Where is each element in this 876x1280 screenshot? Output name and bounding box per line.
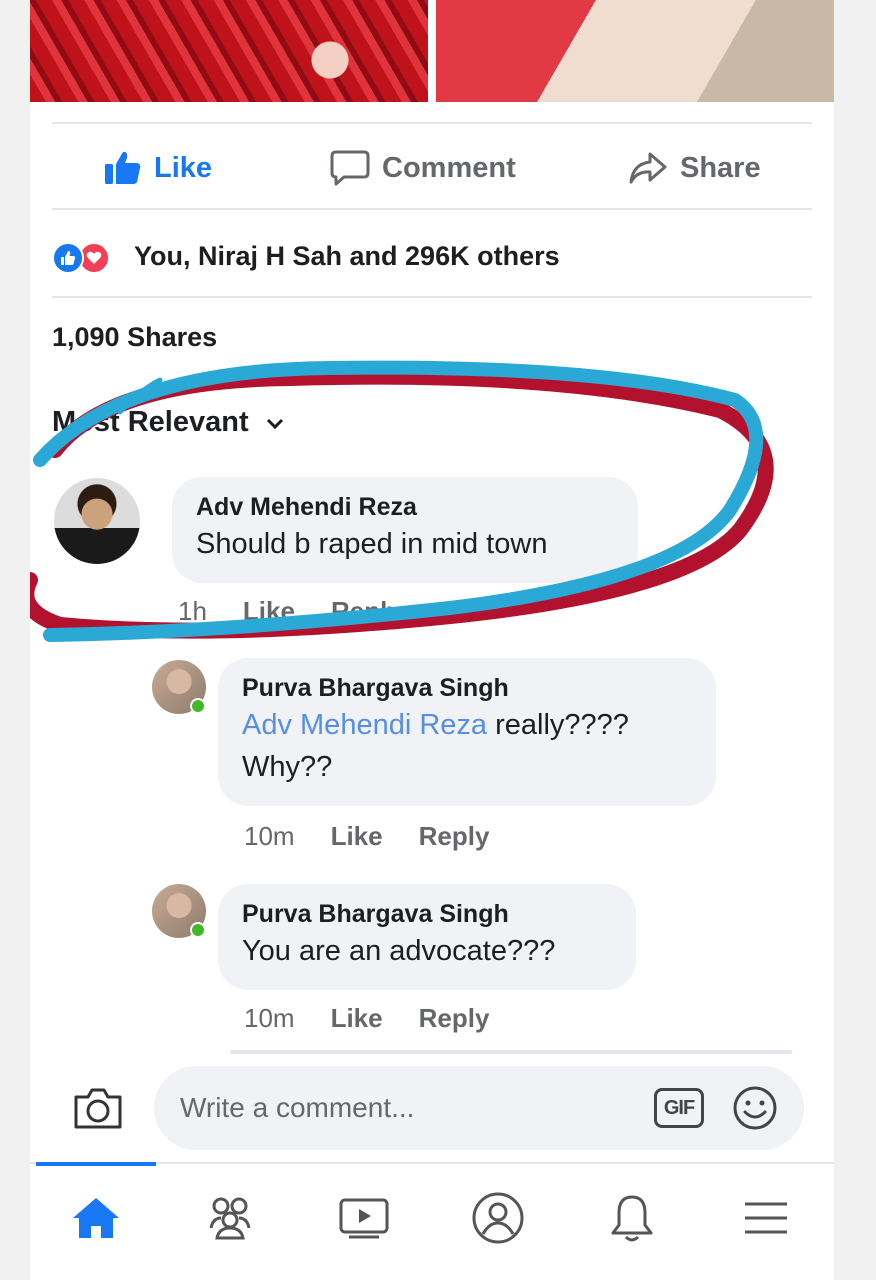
bottom-navigation [30,1162,834,1280]
reply-text: Adv Mehendi Reza really???? Why?? [242,704,690,788]
mention-link[interactable]: Adv Mehendi Reza [242,709,487,741]
reply-text-line2: Why?? [242,751,333,783]
reactions-text: You, Niraj H Sah and 296K others [134,240,560,271]
post-photos[interactable] [30,0,834,102]
comment-meta: 1h Like Reply [178,596,402,627]
comment-button[interactable]: Comment [330,135,516,201]
reply-text-line1: really???? [487,709,629,741]
reply-time: 10m [244,821,295,851]
divider [52,122,812,124]
reply-bubble: Purva Bhargava Singh Adv Mehendi Reza re… [218,658,716,806]
reply-meta: 10m Like Reply [244,1003,489,1034]
reply-author[interactable]: Purva Bhargava Singh [242,898,610,930]
post-photo-right[interactable] [436,0,834,102]
reply-like-link[interactable]: Like [331,821,383,852]
chevron-down-icon [265,406,285,439]
comment-label: Comment [382,151,516,184]
menu-icon[interactable] [736,1190,796,1246]
reply-text: You are an advocate??? [242,935,556,967]
reply-meta: 10m Like Reply [244,821,489,852]
write-comment-input[interactable] [154,1066,804,1150]
camera-icon[interactable] [72,1085,124,1136]
reply-reply-link[interactable]: Reply [419,1003,490,1034]
comment-bubble: Adv Mehendi Reza Should b raped in mid t… [172,477,638,583]
friends-icon[interactable] [200,1190,260,1246]
online-status-dot [190,922,206,938]
like-button[interactable]: Like [104,135,212,201]
emoji-icon[interactable] [732,1085,778,1136]
comment-time: 1h [178,596,207,626]
reply-bubble: Purva Bhargava Singh You are an advocate… [218,884,636,990]
thumbs-up-icon [104,150,142,186]
reply-reply-link[interactable]: Reply [419,821,490,852]
share-label: Share [680,151,761,184]
divider [52,296,812,298]
like-label: Like [154,151,213,184]
active-tab-indicator [36,1162,156,1166]
gif-button[interactable]: GIF [654,1088,704,1128]
profile-icon[interactable] [468,1190,528,1246]
reply-like-link[interactable]: Like [331,1003,383,1034]
online-status-dot [190,698,206,714]
comment-bubble-icon [330,149,370,187]
reactions-summary[interactable]: You, Niraj H Sah and 296K others [52,234,560,278]
notifications-icon[interactable] [602,1190,662,1246]
comment-sort-dropdown[interactable]: Most Relevant [52,406,285,439]
divider [52,208,812,210]
watch-icon[interactable] [334,1190,394,1246]
post-action-bar: Like Comment Share [30,135,834,201]
post-photo-left[interactable] [30,0,428,102]
comment-reply-link[interactable]: Reply [331,596,402,627]
share-arrow-icon [628,151,668,185]
facebook-post-screen: Like Comment Share You, Niraj H Sah and … [30,0,834,1280]
like-reaction-icon [52,242,84,274]
comment-text: Should b raped in mid town [196,528,548,560]
avatar[interactable] [54,478,140,564]
sort-label: Most Relevant [52,406,249,438]
reply-author[interactable]: Purva Bhargava Singh [242,672,690,704]
home-icon[interactable] [66,1190,126,1246]
comment-author[interactable]: Adv Mehendi Reza [196,491,612,523]
reply-time: 10m [244,1003,295,1033]
share-button[interactable]: Share [628,135,761,201]
comment-like-link[interactable]: Like [243,596,295,627]
shares-count[interactable]: 1,090 Shares [52,322,217,353]
divider [230,1050,792,1054]
reaction-icons [52,238,124,274]
